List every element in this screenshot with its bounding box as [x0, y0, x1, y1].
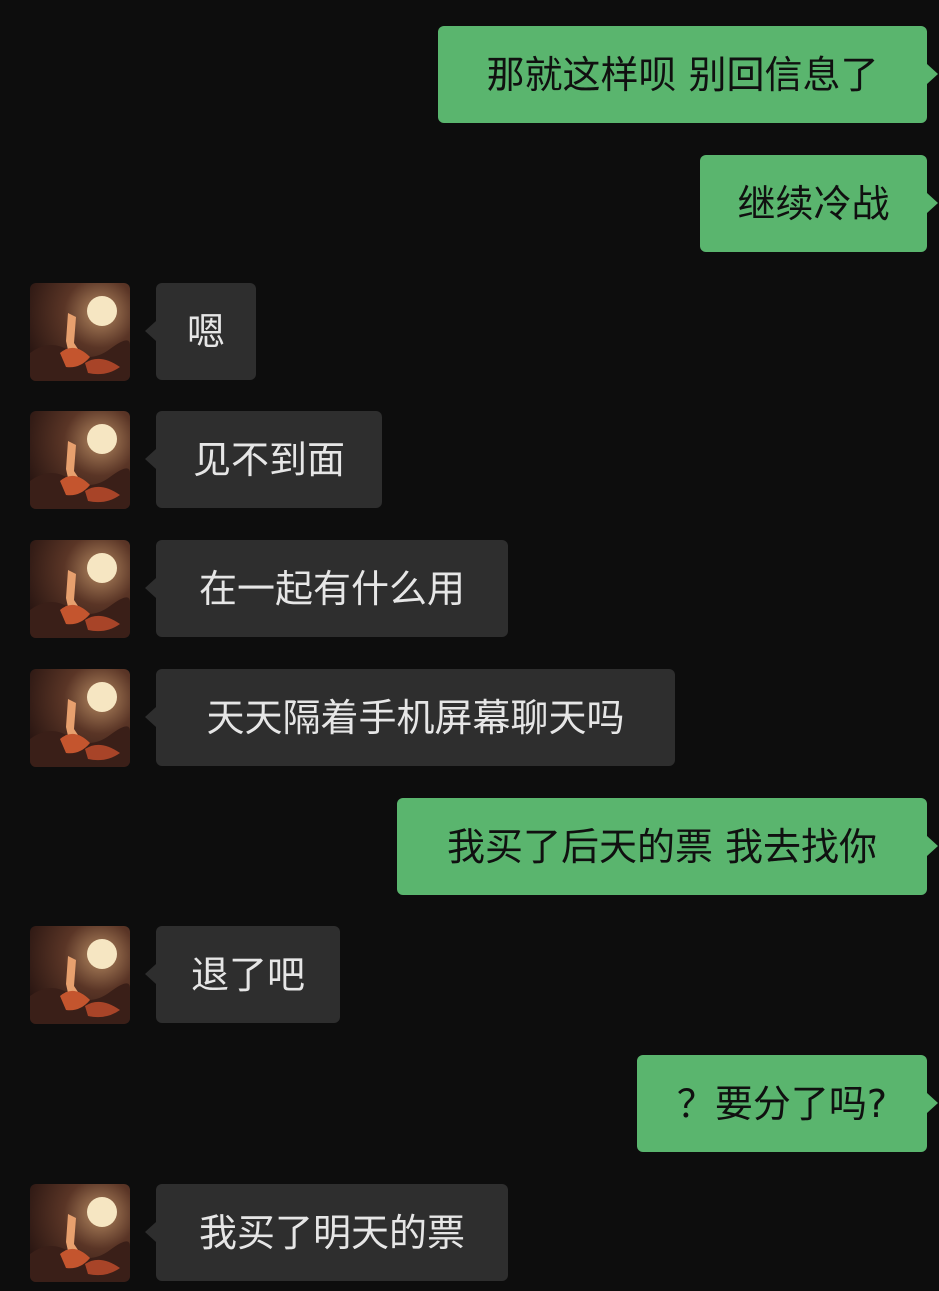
avatar-icon	[30, 540, 130, 638]
avatar-icon	[30, 1184, 130, 1282]
message-text: 我买了明天的票	[198, 1210, 465, 1255]
contact-avatar[interactable]	[30, 669, 130, 767]
incoming-message-bubble[interactable]: 天天隔着手机屏幕聊天吗	[156, 669, 675, 766]
bubble-tail	[145, 321, 156, 341]
message-text: 我买了后天的票 我去找你	[446, 824, 878, 869]
bubble-tail	[145, 964, 156, 984]
avatar-icon	[30, 926, 130, 1024]
avatar-icon	[30, 283, 130, 381]
bubble-tail	[927, 193, 938, 213]
message-text: 退了吧	[190, 952, 305, 997]
bubble-tail	[927, 1093, 938, 1113]
outgoing-message-bubble[interactable]: 我买了后天的票 我去找你	[397, 798, 927, 895]
outgoing-message-bubble[interactable]: ？要分了吗?	[637, 1055, 927, 1152]
message-text: 继续冷战	[737, 181, 890, 226]
incoming-message-bubble[interactable]: 嗯	[156, 283, 256, 380]
outgoing-message-bubble[interactable]: 继续冷战	[700, 155, 927, 252]
contact-avatar[interactable]	[30, 1184, 130, 1282]
message-text: 见不到面	[192, 437, 345, 482]
outgoing-message-bubble[interactable]: 那就这样呗 别回信息了	[438, 26, 927, 123]
incoming-message-bubble[interactable]: 见不到面	[156, 411, 382, 508]
message-text: 在一起有什么用	[198, 566, 465, 611]
contact-avatar[interactable]	[30, 926, 130, 1024]
bubble-tail	[927, 64, 938, 84]
incoming-message-bubble[interactable]: 退了吧	[156, 926, 340, 1023]
bubble-tail	[145, 449, 156, 469]
message-text: 嗯	[186, 309, 225, 354]
contact-avatar[interactable]	[30, 540, 130, 638]
message-text: 天天隔着手机屏幕聊天吗	[206, 695, 625, 740]
incoming-message-bubble[interactable]: 我买了明天的票	[156, 1184, 508, 1281]
bubble-tail	[927, 836, 938, 856]
contact-avatar[interactable]	[30, 411, 130, 509]
bubble-tail	[145, 578, 156, 598]
bubble-tail	[145, 707, 156, 727]
bubble-tail	[145, 1222, 156, 1242]
message-text: 那就这样呗 别回信息了	[486, 52, 879, 97]
incoming-message-bubble[interactable]: 在一起有什么用	[156, 540, 508, 637]
avatar-icon	[30, 411, 130, 509]
message-text: ？要分了吗?	[676, 1081, 888, 1126]
contact-avatar[interactable]	[30, 283, 130, 381]
chat-view: 那就这样呗 别回信息了 继续冷战 嗯 见不到面 在一起有什么用 天天隔着手机屏幕…	[0, 0, 939, 1291]
avatar-icon	[30, 669, 130, 767]
